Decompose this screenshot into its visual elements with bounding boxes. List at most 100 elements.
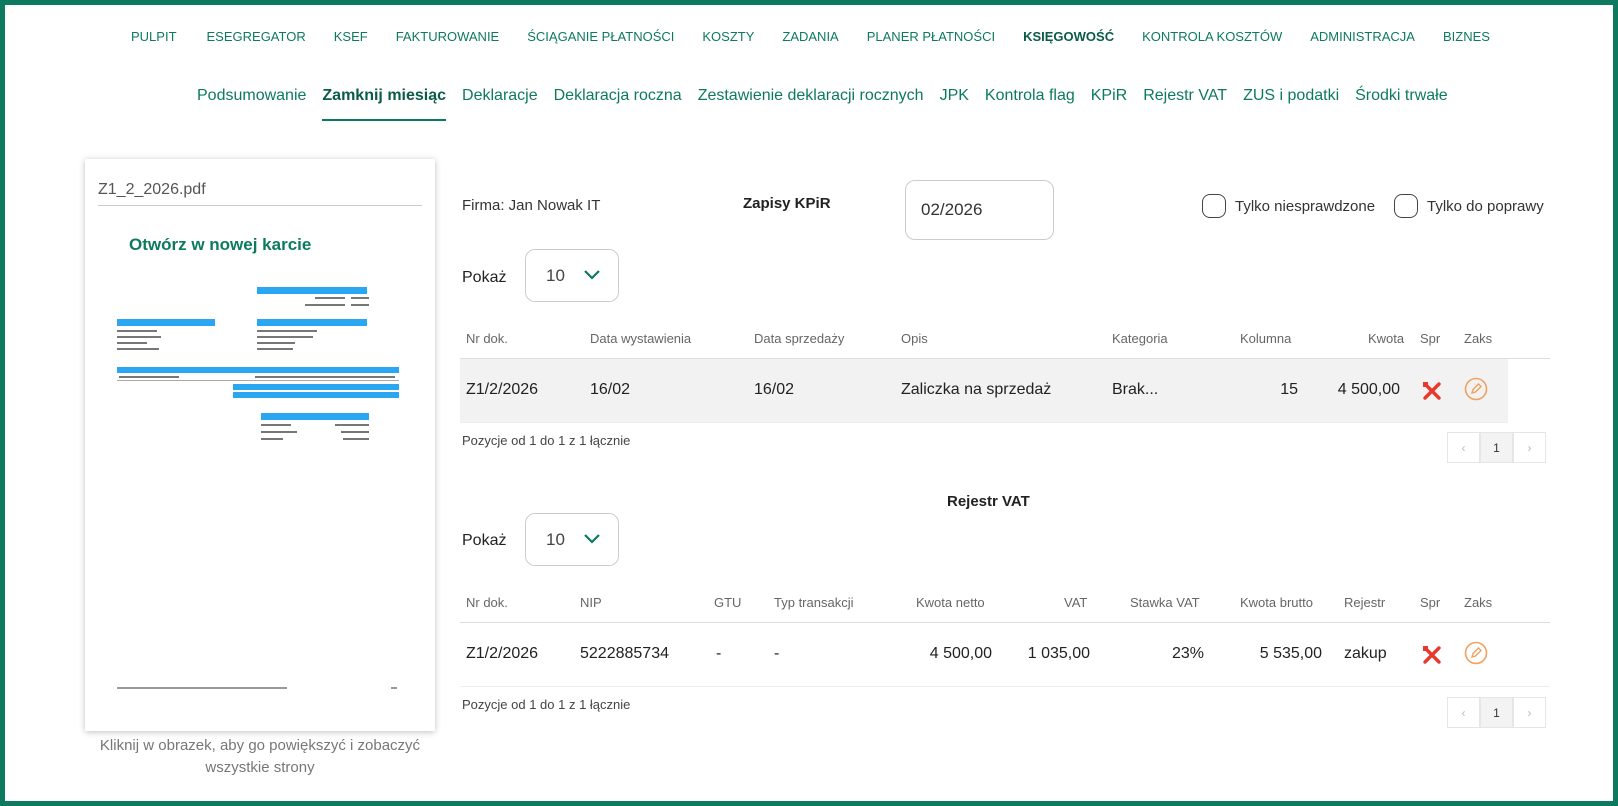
tools-cross-icon[interactable] — [1422, 645, 1442, 665]
vat-pagination: ‹ 1 › — [1447, 697, 1546, 728]
vat-table: Nr dok. NIP GTU Typ transakcji Kwota net… — [460, 585, 1550, 687]
topnav-planer-platnosci[interactable]: PLANER PŁATNOŚCI — [867, 29, 995, 44]
topnav-biznes[interactable]: BIZNES — [1443, 29, 1490, 44]
top-nav: PULPIT ESEGREGATOR KSEF FAKTUROWANIE ŚCI… — [115, 29, 1504, 44]
checkbox-box[interactable] — [1202, 194, 1226, 218]
chevron-down-icon — [584, 534, 600, 544]
table-row[interactable]: Z1/2/2026 5222885734 - - 4 500,00 1 035,… — [460, 623, 1550, 687]
checkbox-label: Tylko do poprawy — [1427, 197, 1544, 215]
period-input[interactable]: 02/2026 — [905, 180, 1054, 240]
show-label: Pokaż — [462, 532, 507, 549]
vat-pos-info: Pozycje od 1 do 1 z 1 łącznie — [462, 697, 631, 712]
cell-nip: 5222885734 — [580, 645, 669, 662]
col-kwota-brutto[interactable]: Kwota brutto — [1240, 595, 1313, 610]
cell-data-wystawienia: 16/02 — [590, 381, 631, 398]
tab-kpir[interactable]: KPiR — [1091, 87, 1127, 121]
cell-kwota-brutto: 5 535,00 — [1259, 645, 1322, 662]
next-page-button[interactable]: › — [1513, 697, 1546, 728]
topnav-sciaganie-platnosci[interactable]: ŚCIĄGANIE PŁATNOŚCI — [527, 29, 674, 44]
topnav-ksiegowosc[interactable]: KSIĘGOWOŚĆ — [1023, 29, 1114, 44]
tab-srodki-trwale[interactable]: Środki trwałe — [1355, 87, 1447, 121]
table-header: Nr dok. Data wystawienia Data sprzedaży … — [460, 321, 1550, 359]
topnav-esegregator[interactable]: ESEGREGATOR — [207, 29, 306, 44]
cell-kolumna: 15 — [1280, 381, 1298, 398]
cell-rejestr: zakup — [1344, 645, 1387, 662]
show-label: Pokaż — [462, 269, 507, 286]
col-kwota-netto[interactable]: Kwota netto — [916, 595, 985, 610]
divider — [98, 205, 422, 206]
topnav-administracja[interactable]: ADMINISTRACJA — [1310, 29, 1415, 44]
kpir-pagination: ‹ 1 › — [1447, 432, 1546, 463]
topnav-zadania[interactable]: ZADANIA — [782, 29, 838, 44]
kpir-pos-info: Pozycje od 1 do 1 z 1 łącznie — [462, 433, 631, 448]
cell-opis: Zaliczka na sprzedaż — [901, 381, 1052, 398]
cell-gtu: - — [716, 645, 722, 662]
filter-unchecked-checkbox[interactable]: Tylko niesprawdzone — [1202, 194, 1375, 218]
topnav-ksef[interactable]: KSEF — [334, 29, 368, 44]
table-row[interactable]: Z1/2/2026 16/02 16/02 Zaliczka na sprzed… — [460, 359, 1508, 423]
cell-stawka-vat: 23% — [1171, 645, 1204, 662]
col-vat[interactable]: VAT — [1064, 595, 1087, 610]
prev-page-button[interactable]: ‹ — [1447, 432, 1480, 463]
pdf-caption: Kliknij w obrazek, aby go powiększyć i z… — [99, 737, 421, 776]
col-nr[interactable]: Nr dok. — [466, 331, 508, 346]
prev-page-button[interactable]: ‹ — [1447, 697, 1480, 728]
sub-nav: Podsumowanie Zamknij miesiąc Deklaracje … — [197, 87, 1464, 121]
tab-zestawienie-deklaracji[interactable]: Zestawienie deklaracji rocznych — [698, 87, 924, 121]
col-nr[interactable]: Nr dok. — [466, 595, 508, 610]
topnav-pulpit[interactable]: PULPIT — [131, 29, 177, 44]
next-page-button[interactable]: › — [1513, 432, 1546, 463]
page-size-select[interactable]: 10 — [525, 249, 619, 302]
kpir-table: Nr dok. Data wystawienia Data sprzedaży … — [460, 321, 1550, 423]
col-gtu[interactable]: GTU — [714, 595, 741, 610]
filter-fix-checkbox[interactable]: Tylko do poprawy — [1394, 194, 1544, 218]
checkbox-box[interactable] — [1394, 194, 1418, 218]
app-frame: PULPIT ESEGREGATOR KSEF FAKTUROWANIE ŚCI… — [0, 0, 1618, 806]
cell-kwota-netto: 4 500,00 — [929, 645, 992, 662]
tab-rejestr-vat[interactable]: Rejestr VAT — [1143, 87, 1227, 121]
tools-cross-icon[interactable] — [1422, 381, 1442, 401]
page-size-value: 10 — [546, 529, 565, 549]
cell-vat: 1 035,00 — [1027, 645, 1090, 662]
tab-zamknij-miesiac[interactable]: Zamknij miesiąc — [322, 87, 446, 121]
col-kwota[interactable]: Kwota — [1368, 331, 1404, 346]
col-rejestr[interactable]: Rejestr — [1344, 595, 1385, 610]
topnav-kontrola-kosztow[interactable]: KONTROLA KOSZTÓW — [1142, 29, 1282, 44]
tab-kontrola-flag[interactable]: Kontrola flag — [985, 87, 1075, 121]
col-data-sprzedazy[interactable]: Data sprzedaży — [754, 331, 844, 346]
pdf-filename: Z1_2_2026.pdf — [98, 181, 206, 198]
topnav-koszty[interactable]: KOSZTY — [702, 29, 754, 44]
cell-nr: Z1/2/2026 — [466, 645, 539, 662]
col-stawka-vat[interactable]: Stawka VAT — [1130, 595, 1200, 610]
tab-podsumowanie[interactable]: Podsumowanie — [197, 87, 306, 121]
tab-deklaracja-roczna[interactable]: Deklaracja roczna — [554, 87, 682, 121]
col-opis[interactable]: Opis — [901, 331, 928, 346]
cell-kwota: 4 500,00 — [1337, 381, 1400, 398]
vat-title: Rejestr VAT — [947, 493, 1030, 510]
col-spr[interactable]: Spr — [1420, 331, 1440, 346]
chevron-down-icon — [584, 270, 600, 280]
topnav-fakturowanie[interactable]: FAKTUROWANIE — [396, 29, 500, 44]
col-data-wystawienia[interactable]: Data wystawienia — [590, 331, 691, 346]
col-typ-transakcji[interactable]: Typ transakcji — [774, 595, 853, 610]
company-name: Firma: Jan Nowak IT — [462, 197, 601, 214]
open-in-new-tab-link[interactable]: Otwórz w nowej karcie — [129, 235, 311, 255]
page-button[interactable]: 1 — [1480, 432, 1513, 463]
cell-nr: Z1/2/2026 — [466, 381, 539, 398]
cell-data-sprzedazy: 16/02 — [754, 381, 795, 398]
pencil-circle-icon[interactable] — [1464, 377, 1488, 401]
pdf-thumbnail[interactable] — [115, 285, 400, 705]
tab-deklaracje[interactable]: Deklaracje — [462, 87, 538, 121]
col-kolumna[interactable]: Kolumna — [1240, 331, 1291, 346]
page-button[interactable]: 1 — [1480, 697, 1513, 728]
col-spr[interactable]: Spr — [1420, 595, 1440, 610]
col-kategoria[interactable]: Kategoria — [1112, 331, 1168, 346]
page-size-select[interactable]: 10 — [525, 513, 619, 566]
table-header: Nr dok. NIP GTU Typ transakcji Kwota net… — [460, 585, 1550, 623]
pencil-circle-icon[interactable] — [1464, 641, 1488, 665]
col-zaks[interactable]: Zaks — [1464, 595, 1492, 610]
col-nip[interactable]: NIP — [580, 595, 602, 610]
tab-zus-i-podatki[interactable]: ZUS i podatki — [1243, 87, 1339, 121]
col-zaks[interactable]: Zaks — [1464, 331, 1492, 346]
tab-jpk[interactable]: JPK — [940, 87, 969, 121]
